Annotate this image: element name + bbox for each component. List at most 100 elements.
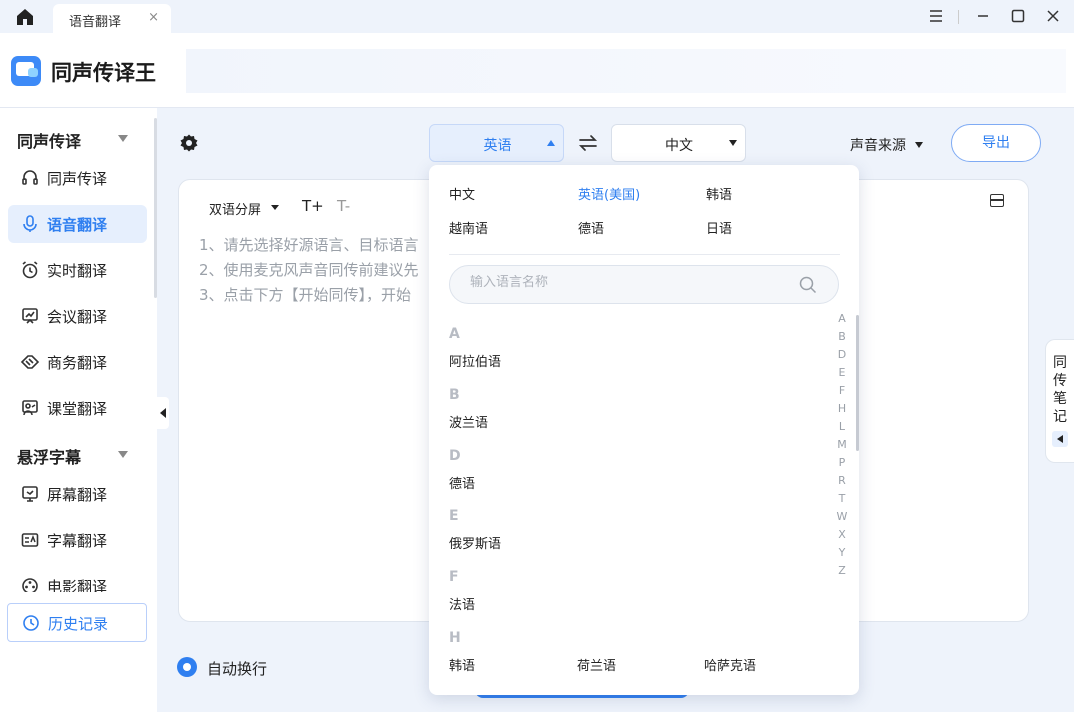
sidebar-collapse-handle[interactable] xyxy=(157,397,169,429)
sidebar-scrollbar[interactable] xyxy=(154,118,157,298)
sidebar-item-movie[interactable]: 电影翻译 xyxy=(8,567,147,592)
target-language-value: 中文 xyxy=(665,138,693,154)
monitor-icon xyxy=(22,486,38,502)
font-decrease-button[interactable]: T- xyxy=(337,197,350,215)
sidebar-section-floating-subtitles[interactable]: 悬浮字幕 xyxy=(17,444,81,468)
swap-languages-icon[interactable] xyxy=(577,132,599,154)
sidebar-item-label: 字幕翻译 xyxy=(47,532,108,550)
menu-icon[interactable] xyxy=(926,6,946,26)
chevron-down-icon[interactable] xyxy=(271,205,279,210)
language-option[interactable]: 阿拉伯语 xyxy=(449,351,501,370)
recent-language-option[interactable]: 韩语 xyxy=(706,184,732,203)
handshake-icon xyxy=(20,355,40,369)
alphabet-index-letter[interactable]: H xyxy=(835,402,849,415)
close-icon[interactable] xyxy=(1043,6,1063,26)
group-letter: F xyxy=(449,569,459,585)
dropdown-divider xyxy=(449,254,840,255)
sidebar-item-simultaneous[interactable]: 同声传译 xyxy=(8,159,147,197)
alphabet-index-letter[interactable]: R xyxy=(835,474,849,487)
group-letter: E xyxy=(449,508,459,524)
teacher-icon xyxy=(22,400,38,416)
language-search-box[interactable] xyxy=(449,265,839,304)
recent-language-option[interactable]: 中文 xyxy=(449,184,475,203)
chevron-down-icon[interactable] xyxy=(915,142,923,148)
film-reel-icon xyxy=(22,578,38,592)
subtitle-icon xyxy=(21,533,39,547)
tab-voice-translation[interactable]: 语音翻译 × xyxy=(53,4,171,33)
gear-icon[interactable] xyxy=(179,133,199,153)
language-option[interactable]: 德语 xyxy=(449,473,475,492)
source-language-value: 英语 xyxy=(483,138,512,154)
sidebar-item-label: 实时翻译 xyxy=(47,262,108,280)
sidebar-item-screen[interactable]: 屏幕翻译 xyxy=(8,475,147,513)
source-language-select[interactable]: 英语 xyxy=(429,124,564,162)
app-header: 同声传译王 xyxy=(0,33,1074,108)
recent-language-option[interactable]: 日语 xyxy=(706,218,732,237)
sidebar-item-business[interactable]: 商务翻译 xyxy=(8,343,147,381)
voice-source-dropdown[interactable]: 声音来源 xyxy=(850,135,906,155)
layout-toggle-icon[interactable] xyxy=(990,194,1004,207)
alphabet-index-letter[interactable]: D xyxy=(835,348,849,361)
headset-icon xyxy=(22,170,38,185)
sidebar-item-classroom[interactable]: 课堂翻译 xyxy=(8,389,147,427)
alphabet-index-letter[interactable]: L xyxy=(835,420,849,433)
history-button[interactable]: 历史记录 xyxy=(7,603,147,642)
search-icon[interactable] xyxy=(799,276,817,294)
alphabet-index-letter[interactable]: W xyxy=(835,510,849,523)
sidebar-item-label: 语音翻译 xyxy=(47,216,108,234)
alphabet-index-letter[interactable]: Y xyxy=(835,546,849,559)
notes-side-tab[interactable]: 同传笔记 xyxy=(1045,339,1074,463)
group-letter: B xyxy=(449,387,460,403)
history-label: 历史记录 xyxy=(48,615,109,633)
group-letter: D xyxy=(449,448,461,464)
alphabet-index-letter[interactable]: M xyxy=(835,438,849,451)
minimize-icon[interactable] xyxy=(973,6,993,26)
alphabet-index-letter[interactable]: E xyxy=(835,366,849,379)
sidebar-item-voice-translation[interactable]: 语音翻译 xyxy=(8,205,147,243)
alphabet-index-letter[interactable]: B xyxy=(835,330,849,343)
app-title: 同声传译王 xyxy=(51,61,156,85)
sidebar-item-meeting[interactable]: 会议翻译 xyxy=(8,297,147,335)
chevron-up-icon xyxy=(547,140,555,146)
home-icon[interactable] xyxy=(14,7,36,27)
font-increase-button[interactable]: T+ xyxy=(302,197,324,215)
bilingual-split-dropdown[interactable]: 双语分屏 xyxy=(209,199,261,218)
language-option[interactable]: 法语 xyxy=(449,594,475,613)
tip-line: 2、使用麦克风声音同传前建议先 xyxy=(199,261,419,279)
language-option[interactable]: 韩语 xyxy=(449,655,475,674)
chevron-left-icon[interactable] xyxy=(1052,431,1068,447)
alphabet-index-letter[interactable]: A xyxy=(835,312,849,325)
sidebar-item-subtitle[interactable]: 字幕翻译 xyxy=(8,521,147,559)
sidebar-item-realtime[interactable]: 实时翻译 xyxy=(8,251,147,289)
sidebar-scroll-clip: 电影翻译 xyxy=(8,567,147,592)
notes-label: 同传笔记 xyxy=(1053,355,1067,425)
language-option[interactable]: 波兰语 xyxy=(449,412,488,431)
chevron-down-icon xyxy=(729,140,737,146)
auto-wrap-radio[interactable] xyxy=(177,657,197,677)
alphabet-index-letter[interactable]: F xyxy=(835,384,849,397)
sidebar-section-simultaneous[interactable]: 同声传译 xyxy=(17,128,81,152)
alphabet-index-letter[interactable]: X xyxy=(835,528,849,541)
sidebar-item-label: 课堂翻译 xyxy=(47,400,108,418)
language-search-input[interactable] xyxy=(470,275,790,290)
tip-line: 1、请先选择好源语言、目标语言 xyxy=(199,236,419,254)
target-language-select[interactable]: 中文 xyxy=(611,124,746,162)
chevron-down-icon[interactable] xyxy=(118,135,128,142)
alphabet-index-letter[interactable]: P xyxy=(835,456,849,469)
language-option[interactable]: 哈萨克语 xyxy=(704,655,756,674)
language-option[interactable]: 俄罗斯语 xyxy=(449,533,501,552)
maximize-icon[interactable] xyxy=(1008,6,1028,26)
recent-language-option[interactable]: 越南语 xyxy=(449,218,488,237)
language-option[interactable]: 荷兰语 xyxy=(577,655,616,674)
sidebar: 同声传译 同声传译 语音翻译 实时翻译 会议翻译 商务翻译 课堂翻译 悬浮字幕 … xyxy=(0,108,157,712)
alphabet-index-letter[interactable]: T xyxy=(835,492,849,505)
recent-language-option[interactable]: 德语 xyxy=(578,218,604,237)
recent-language-option[interactable]: 英语(美国) xyxy=(578,184,640,203)
export-button[interactable]: 导出 xyxy=(951,124,1041,162)
header-banner xyxy=(186,49,1066,93)
group-letter: H xyxy=(449,630,461,646)
tab-close-icon[interactable]: × xyxy=(148,10,159,25)
dropdown-scrollbar[interactable] xyxy=(856,315,859,451)
chevron-down-icon[interactable] xyxy=(118,451,128,458)
alphabet-index-letter[interactable]: Z xyxy=(835,564,849,577)
